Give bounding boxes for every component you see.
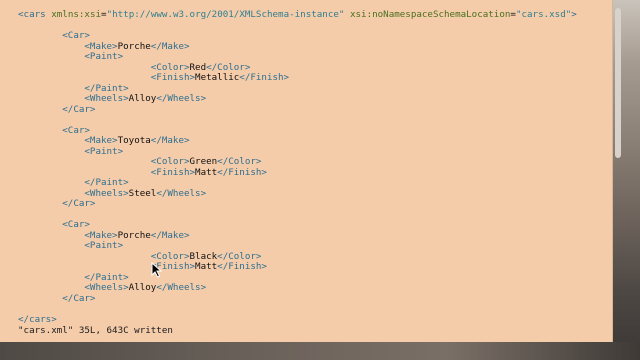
code-line[interactable]: </Car> — [18, 103, 577, 116]
xml-tag: <Make> — [84, 135, 118, 146]
scrollbar[interactable] — [615, 8, 621, 158]
code-line[interactable]: <Wheels>Steel</Wheels> — [18, 187, 577, 200]
code-line[interactable]: <cars xmlns:xsi="http://www.w3.org/2001/… — [18, 9, 577, 21]
xml-tag: <Finish> — [150, 72, 196, 83]
status-line: "cars.xml" 35L, 643C written — [18, 325, 173, 336]
xml-tag: </Paint> — [84, 177, 129, 188]
xml-tag: </Wheels> — [156, 187, 207, 199]
xml-tag: <Paint> — [84, 51, 124, 62]
xml-tag: > — [571, 9, 577, 20]
xml-tag: </Car> — [62, 103, 96, 115]
xml-tag: <Finish> — [150, 166, 196, 178]
xml-string: "http://www.w3.org/2001/XMLSchema-instan… — [106, 9, 345, 20]
xml-tag: <cars — [18, 9, 46, 20]
xml-tag: <Make> — [84, 40, 118, 52]
xml-text: Matt — [195, 166, 218, 178]
xml-text: Toyota — [117, 135, 151, 146]
xml-tag: </Color> — [217, 156, 262, 167]
xml-tag: <Color> — [150, 61, 190, 73]
code-line[interactable]: </cars> — [18, 313, 577, 326]
xml-tag: </Paint> — [84, 271, 129, 283]
terminal-editor-window[interactable]: <cars xmlns:xsi="http://www.w3.org/2001/… — [0, 0, 613, 342]
xml-tag: <Wheels> — [84, 282, 129, 293]
code-view[interactable]: <cars xmlns:xsi="http://www.w3.org/2001/… — [18, 9, 577, 326]
xml-tag: </Paint> — [84, 82, 129, 94]
xml-tag: <Paint> — [84, 240, 124, 251]
code-line[interactable]: <Wheels>Alloy</Wheels> — [18, 282, 577, 294]
xml-tag: <Wheels> — [84, 93, 129, 104]
code-line[interactable]: </Car> — [18, 292, 577, 305]
xml-text: Metallic — [195, 72, 240, 83]
xml-tag: </Make> — [150, 229, 190, 241]
xml-tag: </Finish> — [217, 261, 267, 272]
xml-tag: </Wheels> — [156, 93, 207, 104]
xml-tag: </Finish> — [217, 166, 267, 178]
code-line[interactable] — [18, 115, 577, 126]
xml-tag: </Color> — [206, 61, 251, 73]
code-line[interactable] — [18, 210, 577, 221]
xml-text: Green — [189, 156, 218, 167]
xml-tag: <Color> — [150, 250, 190, 262]
xml-tag: </cars> — [18, 313, 57, 325]
desktop-background-bottom — [0, 342, 640, 360]
xml-text: Porche — [117, 229, 151, 241]
xml-tag: <Car> — [62, 124, 90, 136]
code-line[interactable]: </Car> — [18, 198, 577, 210]
xml-tag: <Paint> — [84, 145, 124, 157]
xml-tag: </Finish> — [239, 72, 290, 83]
xml-tag: <Car> — [62, 30, 90, 41]
code-line[interactable] — [18, 21, 577, 32]
xml-attribute: xsi:noNamespaceSchemaLocation — [349, 9, 511, 20]
xml-string: "cars.xsd" — [515, 9, 572, 20]
xml-text: Red — [189, 61, 207, 73]
xml-text: Alloy — [128, 93, 157, 104]
xml-tag: </Car> — [62, 198, 96, 209]
xml-text: Black — [189, 250, 218, 262]
xml-attribute: xmlns:xsi — [51, 9, 102, 20]
xml-tag: </Color> — [217, 250, 262, 262]
code-line[interactable] — [18, 304, 577, 315]
xml-tag: </Wheels> — [156, 282, 207, 293]
xml-text: Porche — [117, 40, 151, 52]
xml-tag: <Color> — [150, 156, 190, 167]
xml-tag: </Make> — [150, 135, 190, 146]
xml-tag: <Wheels> — [84, 187, 129, 199]
mouse-pointer-icon — [151, 261, 163, 278]
xml-tag: </Make> — [150, 40, 190, 52]
xml-text: Matt — [195, 261, 218, 272]
xml-text: Steel — [128, 187, 157, 199]
xml-tag: <Make> — [84, 229, 118, 241]
xml-tag: <Car> — [62, 219, 90, 230]
xml-text: Alloy — [128, 282, 157, 293]
code-line[interactable]: <Wheels>Alloy</Wheels> — [18, 93, 577, 105]
xml-tag: </Car> — [62, 292, 96, 304]
